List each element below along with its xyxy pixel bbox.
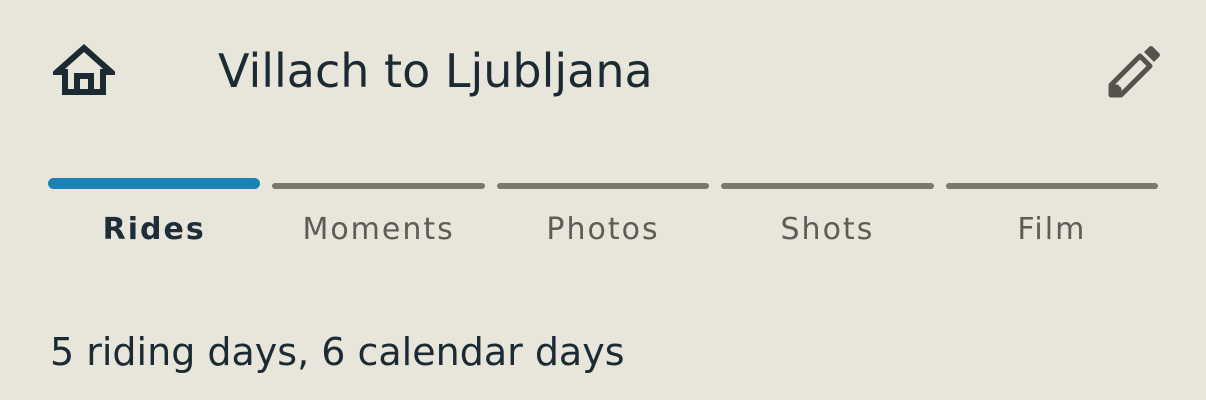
tab-label: Photos xyxy=(546,212,660,247)
trip-screen: Villach to Ljubljana Rides Moments Photo… xyxy=(0,0,1206,400)
tab-rides[interactable]: Rides xyxy=(48,178,261,247)
tab-indicator xyxy=(721,183,934,189)
tab-moments[interactable]: Moments xyxy=(272,178,485,247)
tab-photos[interactable]: Photos xyxy=(496,178,710,247)
home-icon xyxy=(53,43,115,95)
pencil-icon xyxy=(1108,46,1160,98)
tab-indicator xyxy=(945,183,1159,189)
tab-indicator xyxy=(272,183,485,189)
tab-label: Film xyxy=(1017,212,1087,247)
app-header: Villach to Ljubljana xyxy=(0,0,1206,140)
tab-label: Shots xyxy=(780,212,875,247)
tab-indicator xyxy=(48,178,261,189)
page-title: Villach to Ljubljana xyxy=(218,44,653,98)
tab-film[interactable]: Film xyxy=(945,178,1159,247)
trip-summary: 5 riding days, 6 calendar days xyxy=(50,330,625,374)
tab-shots[interactable]: Shots xyxy=(721,178,934,247)
home-button[interactable] xyxy=(52,40,116,100)
tab-indicator xyxy=(496,183,710,189)
tab-bar: Rides Moments Photos Shots Film xyxy=(48,178,1159,247)
edit-button[interactable] xyxy=(1100,38,1166,104)
tab-label: Moments xyxy=(302,212,455,247)
tab-label: Rides xyxy=(102,212,206,247)
